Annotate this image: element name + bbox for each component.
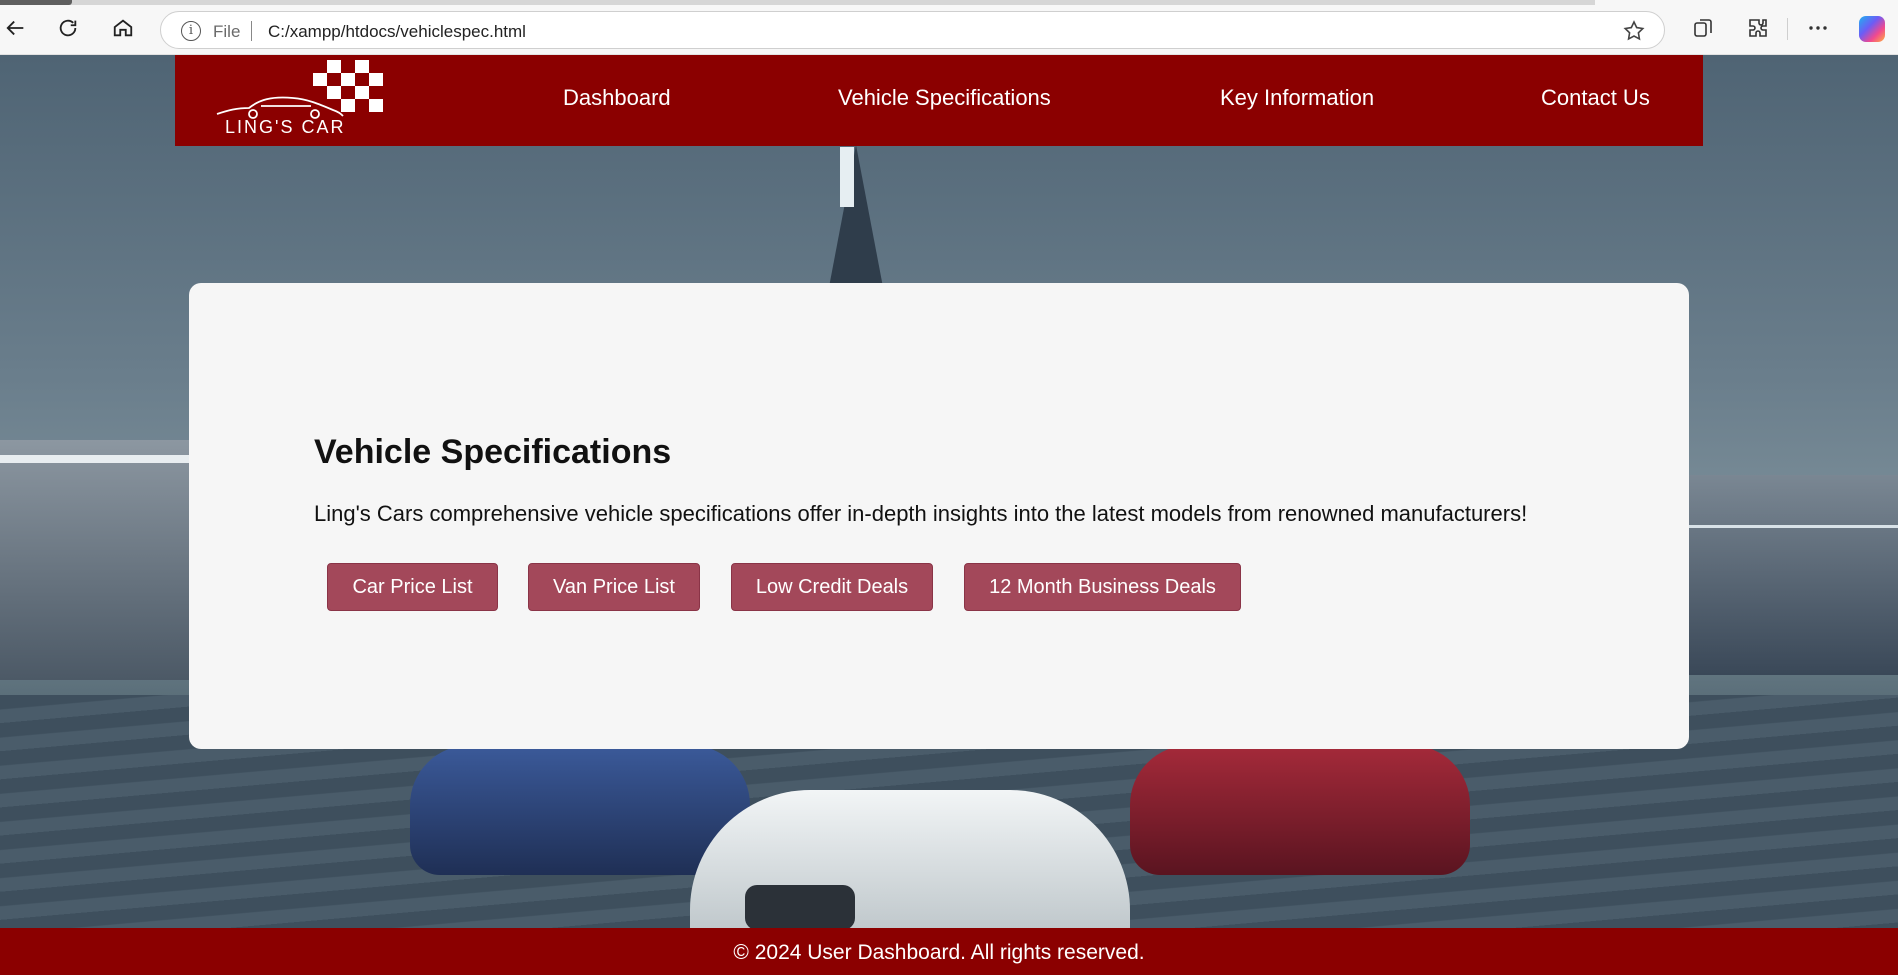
car-price-list-button[interactable]: Car Price List — [327, 563, 498, 611]
footer-copyright: © 2024 User Dashboard. All rights reserv… — [733, 941, 1145, 964]
page-title: Vehicle Specifications — [314, 433, 672, 471]
tower-light — [840, 147, 854, 207]
copilot-icon[interactable] — [1859, 16, 1885, 42]
van-price-list-button[interactable]: Van Price List — [528, 563, 700, 611]
left-building-light — [0, 455, 190, 463]
car-outline-icon — [216, 96, 344, 119]
business-deals-button[interactable]: 12 Month Business Deals — [964, 563, 1241, 611]
home-icon[interactable] — [109, 14, 137, 42]
low-credit-deals-button[interactable]: Low Credit Deals — [731, 563, 933, 611]
file-label: File — [213, 22, 241, 41]
toolbar-separator — [1787, 18, 1788, 40]
refresh-icon[interactable] — [54, 14, 82, 42]
more-menu-icon[interactable] — [1806, 16, 1830, 40]
nav-vehicle-specifications[interactable]: Vehicle Specifications — [838, 85, 1051, 111]
extensions-icon[interactable] — [1746, 16, 1770, 40]
active-tab-indicator — [0, 0, 72, 5]
info-icon[interactable]: i — [181, 21, 201, 41]
address-bar[interactable]: i File C:/xampp/htdocs/vehiclespec.html — [160, 11, 1665, 49]
red-car-image — [1130, 745, 1470, 875]
car-grille — [745, 885, 855, 930]
browser-toolbar: i File C:/xampp/htdocs/vehiclespec.html — [0, 0, 1898, 55]
blue-car-image — [410, 745, 750, 875]
nav-contact-us[interactable]: Contact Us — [1541, 85, 1650, 111]
favorite-star-icon[interactable] — [1622, 19, 1646, 43]
lings-car-logo[interactable]: LING'S CAR — [215, 60, 385, 140]
content-card: Vehicle Specifications Ling's Cars compr… — [189, 283, 1689, 749]
logo-text: LING'S CAR — [225, 117, 346, 137]
url-text[interactable]: C:/xampp/htdocs/vehiclespec.html — [268, 22, 526, 42]
nav-dashboard[interactable]: Dashboard — [563, 85, 671, 111]
back-arrow-icon[interactable] — [2, 14, 30, 42]
nav-key-information[interactable]: Key Information — [1220, 85, 1374, 111]
left-building — [0, 440, 190, 680]
tab-strip — [0, 0, 1595, 5]
bridge — [1668, 525, 1898, 585]
page-description: Ling's Cars comprehensive vehicle specif… — [314, 501, 1528, 526]
site-header: LING'S CAR Dashboard Vehicle Specificati… — [175, 55, 1703, 146]
collections-icon[interactable] — [1691, 16, 1715, 40]
site-footer: © 2024 User Dashboard. All rights reserv… — [0, 928, 1898, 975]
address-separator — [251, 21, 252, 41]
